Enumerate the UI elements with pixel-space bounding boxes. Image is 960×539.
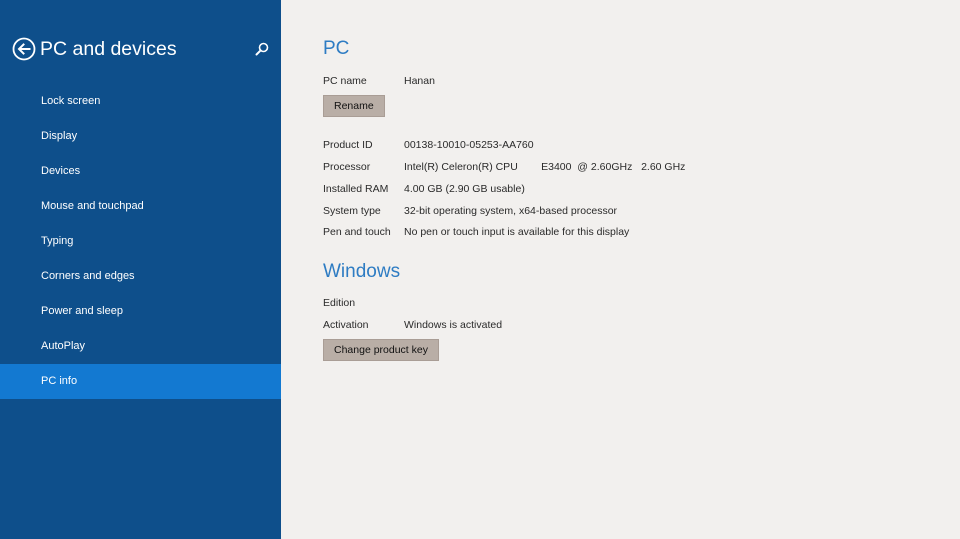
processor-label: Processor	[323, 161, 371, 173]
pen-and-touch-value: No pen or touch input is available for t…	[404, 226, 630, 238]
sidebar-item-label: Lock screen	[41, 95, 101, 107]
pen-and-touch-label: Pen and touch	[323, 226, 391, 238]
windows-heading: Windows	[323, 261, 401, 282]
sidebar-item-devices[interactable]: Devices	[0, 154, 281, 189]
pc-name-label: PC name	[323, 75, 367, 87]
search-icon	[255, 42, 269, 56]
sidebar: PC and devices Lock screen Display Devic…	[0, 0, 281, 539]
sidebar-item-autoplay[interactable]: AutoPlay	[0, 329, 281, 364]
back-button[interactable]	[12, 37, 36, 61]
product-id-value: 00138-10010-05253-AA760	[404, 139, 534, 151]
sidebar-item-corners-and-edges[interactable]: Corners and edges	[0, 259, 281, 294]
sidebar-item-power-and-sleep[interactable]: Power and sleep	[0, 294, 281, 329]
sidebar-header: PC and devices	[12, 37, 272, 63]
sidebar-item-pc-info[interactable]: PC info	[0, 364, 281, 399]
activation-value: Windows is activated	[404, 319, 503, 331]
system-type-value: 32-bit operating system, x64-based proce…	[404, 205, 618, 217]
system-type-label: System type	[323, 205, 381, 217]
pc-name-value: Hanan	[404, 75, 435, 87]
sidebar-item-label: PC info	[41, 375, 78, 387]
sidebar-item-label: Devices	[41, 165, 81, 177]
sidebar-item-label: Mouse and touchpad	[41, 200, 144, 212]
sidebar-item-lock-screen[interactable]: Lock screen	[0, 84, 281, 119]
activation-label: Activation	[323, 319, 369, 331]
change-product-key-button[interactable]: Change product key	[323, 339, 439, 361]
installed-ram-label: Installed RAM	[323, 183, 389, 195]
installed-ram-value: 4.00 GB (2.90 GB usable)	[404, 183, 525, 195]
sidebar-nav: Lock screen Display Devices Mouse and to…	[0, 84, 281, 399]
settings-window: PC and devices Lock screen Display Devic…	[0, 0, 960, 539]
main-content: PC PC name Hanan Rename Product ID 00138…	[281, 0, 960, 539]
processor-value: Intel(R) Celeron(R) CPU E3400 @ 2.60GHz …	[404, 161, 686, 173]
sidebar-item-label: Power and sleep	[41, 305, 123, 317]
sidebar-item-typing[interactable]: Typing	[0, 224, 281, 259]
product-id-label: Product ID	[323, 139, 373, 151]
rename-button[interactable]: Rename	[323, 95, 385, 117]
sidebar-item-label: Display	[41, 130, 78, 142]
sidebar-item-label: AutoPlay	[41, 340, 86, 352]
sidebar-item-label: Typing	[41, 235, 74, 247]
search-button[interactable]	[254, 41, 270, 57]
sidebar-item-mouse-and-touchpad[interactable]: Mouse and touchpad	[0, 189, 281, 224]
edition-label: Edition	[323, 297, 356, 309]
pc-heading: PC	[323, 38, 350, 59]
sidebar-item-label: Corners and edges	[41, 270, 135, 282]
sidebar-item-display[interactable]: Display	[0, 119, 281, 154]
sidebar-title: PC and devices	[40, 38, 177, 60]
back-arrow-circle-icon	[12, 37, 36, 61]
